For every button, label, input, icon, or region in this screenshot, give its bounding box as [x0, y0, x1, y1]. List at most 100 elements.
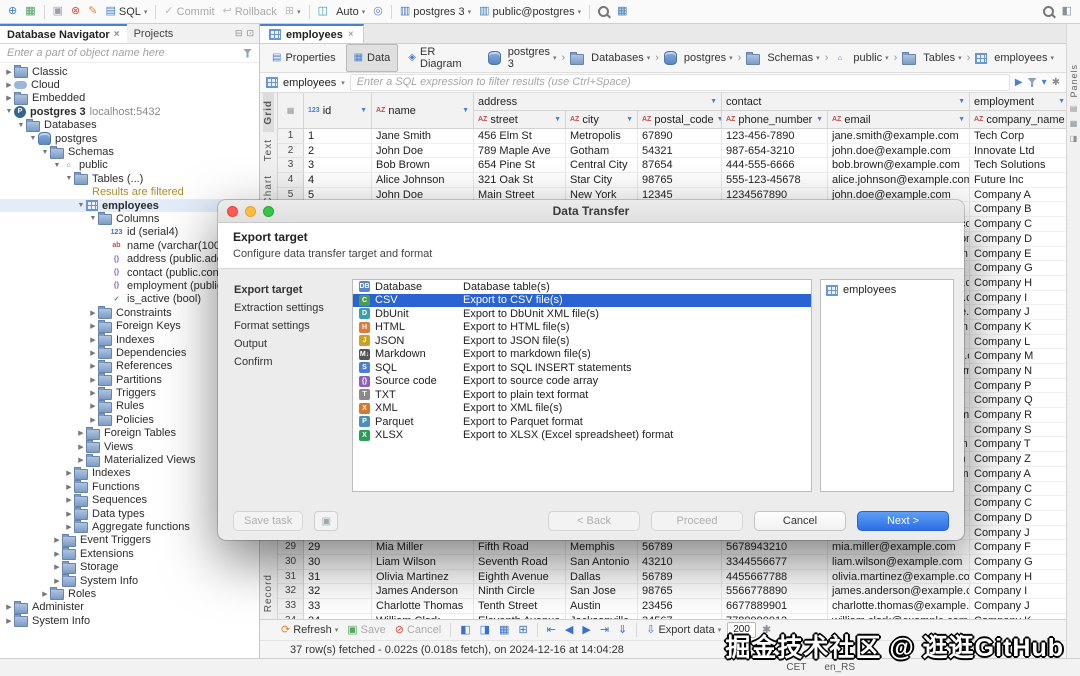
- format-markdown[interactable]: M↓MarkdownExport to markdown file(s): [353, 348, 811, 362]
- back-button[interactable]: < Back: [548, 511, 640, 531]
- filter-dropdown-icon[interactable]: ▼: [462, 107, 469, 114]
- breadcrumb-item-public[interactable]: ⌂public▾: [831, 52, 890, 64]
- rollback-button[interactable]: ↩Rollback: [220, 5, 280, 19]
- cell[interactable]: 4455667788: [722, 570, 828, 585]
- wizard-step-format-settings[interactable]: Format settings: [228, 317, 344, 335]
- export-data-button[interactable]: ⇩Export data▾: [643, 623, 724, 637]
- execute-filter-icon[interactable]: ▶: [1015, 77, 1023, 88]
- cell[interactable]: 5678943210: [722, 540, 828, 555]
- script-icon[interactable]: ✎: [85, 5, 100, 18]
- column-group-header-address[interactable]: address▼: [474, 93, 722, 111]
- format-csv[interactable]: CCSVExport to CSV file(s): [353, 294, 811, 308]
- wizard-step-export-target[interactable]: Export target: [228, 281, 344, 299]
- cell[interactable]: Company C: [970, 482, 1066, 497]
- filter-dropdown-icon[interactable]: ▼: [360, 107, 367, 114]
- cell[interactable]: John Doe: [372, 144, 474, 159]
- column-group-header-contact[interactable]: contact▼: [722, 93, 970, 111]
- cell[interactable]: Company P: [970, 379, 1066, 394]
- breadcrumb-item-postgres[interactable]: postgres▾: [662, 51, 735, 65]
- format-source-code[interactable]: {}Source codeExport to source code array: [353, 375, 811, 389]
- cell[interactable]: Company A: [970, 188, 1066, 203]
- cell[interactable]: 555-123-45678: [722, 173, 828, 188]
- row-number-cell[interactable]: 2: [278, 144, 304, 159]
- cell[interactable]: 987-654-3210: [722, 144, 828, 159]
- close-icon[interactable]: ×: [114, 29, 120, 40]
- cell[interactable]: Tenth Street: [474, 599, 566, 614]
- tab-database-navigator[interactable]: Database Navigator ×: [0, 24, 127, 43]
- cell[interactable]: Bob Brown: [372, 158, 474, 173]
- row-number-cell[interactable]: 32: [278, 584, 304, 599]
- cell[interactable]: Company I: [970, 584, 1066, 599]
- row-number-header[interactable]: ▦: [278, 93, 304, 129]
- cell[interactable]: Company J: [970, 305, 1066, 320]
- filter-dropdown-icon[interactable]: ▼: [958, 98, 965, 105]
- cell[interactable]: 56789: [638, 570, 722, 585]
- breadcrumb-item-schemas[interactable]: Schemas▾: [744, 52, 821, 65]
- panel-icon[interactable]: ▤: [1070, 104, 1078, 113]
- cell[interactable]: Jane Smith: [372, 129, 474, 144]
- tab-properties[interactable]: ▤Properties: [264, 44, 344, 72]
- cell[interactable]: 1: [304, 129, 372, 144]
- cell[interactable]: 6677889901: [722, 599, 828, 614]
- row-number-cell[interactable]: 30: [278, 555, 304, 570]
- cell[interactable]: 33: [304, 599, 372, 614]
- row-number-cell[interactable]: 4: [278, 173, 304, 188]
- cell[interactable]: 654 Pine St: [474, 158, 566, 173]
- compare-icon[interactable]: ◫: [315, 5, 331, 18]
- tab-data[interactable]: ▦Data: [346, 44, 399, 72]
- cell[interactable]: Company D: [970, 232, 1066, 247]
- transaction-mode-icon[interactable]: ⊞▾: [282, 5, 304, 18]
- sql-filter-input[interactable]: Enter a SQL expression to filter results…: [350, 74, 1010, 91]
- column-header-phone_number[interactable]: AZphone_number▼: [722, 111, 828, 129]
- wizard-step-confirm[interactable]: Confirm: [228, 353, 344, 371]
- close-icon[interactable]: ×: [348, 29, 354, 40]
- last-row-icon[interactable]: ⇥: [597, 624, 612, 637]
- result-view-tab-text[interactable]: Text: [263, 132, 274, 168]
- format-html[interactable]: HHTMLExport to HTML file(s): [353, 321, 811, 335]
- filter-history-icon[interactable]: ▾: [1042, 77, 1047, 88]
- connect-icon[interactable]: ▦: [22, 5, 38, 18]
- previous-row-icon[interactable]: ◀: [562, 624, 576, 637]
- editor-tab-employees[interactable]: employees ×: [260, 24, 364, 43]
- chevron-down-icon[interactable]: ▾: [341, 79, 345, 87]
- save-button[interactable]: ▣Save: [344, 623, 388, 637]
- row-number-cell[interactable]: 29: [278, 540, 304, 555]
- filter-funnel-icon[interactable]: [1028, 78, 1037, 87]
- column-header-street[interactable]: AZstreet▼: [474, 111, 566, 129]
- cell[interactable]: alice.johnson@example.com: [828, 173, 970, 188]
- cell[interactable]: Company I: [970, 291, 1066, 306]
- cell[interactable]: charlotte.thomas@example.com: [828, 599, 970, 614]
- filter-dropdown-icon[interactable]: ▼: [958, 116, 965, 123]
- tree-item-embedded[interactable]: ▶Embedded: [0, 92, 259, 105]
- format-json[interactable]: JJSONExport to JSON file(s): [353, 334, 811, 348]
- cell[interactable]: 2: [304, 144, 372, 159]
- cell[interactable]: john.doe@example.com: [828, 144, 970, 159]
- aggregate-panel-icon[interactable]: ▦: [496, 624, 512, 637]
- save-task-button[interactable]: Save task: [233, 511, 303, 531]
- cancel-button[interactable]: ⊘Cancel: [392, 623, 444, 637]
- cell[interactable]: Company A: [970, 467, 1066, 482]
- save-icon[interactable]: ▣: [50, 5, 66, 18]
- cell[interactable]: 30: [304, 555, 372, 570]
- cell[interactable]: Memphis: [566, 540, 638, 555]
- cell[interactable]: Company N: [970, 364, 1066, 379]
- cell[interactable]: Dallas: [566, 570, 638, 585]
- cell[interactable]: Fifth Road: [474, 540, 566, 555]
- row-number-cell[interactable]: 3: [278, 158, 304, 173]
- cell[interactable]: Company F: [970, 540, 1066, 555]
- navigate-icon[interactable]: ◎: [370, 5, 386, 18]
- breadcrumb-item-employees[interactable]: employees▾: [973, 52, 1056, 64]
- cell[interactable]: 4: [304, 173, 372, 188]
- cell[interactable]: 3: [304, 158, 372, 173]
- minimize-icon[interactable]: ⊟: [235, 28, 243, 39]
- format-txt[interactable]: TTXTExport to plain text format: [353, 388, 811, 402]
- cell[interactable]: bob.brown@example.com: [828, 158, 970, 173]
- cell[interactable]: San Antonio: [566, 555, 638, 570]
- filter-funnel-icon[interactable]: [243, 49, 252, 58]
- cell[interactable]: Star City: [566, 173, 638, 188]
- column-header-postal_code[interactable]: AZpostal_code▼: [638, 111, 722, 129]
- breadcrumb-item-tables[interactable]: Tables▾: [900, 52, 963, 65]
- format-xml[interactable]: XXMLExport to XML file(s): [353, 402, 811, 416]
- references-panel-icon[interactable]: ⊞: [515, 624, 530, 637]
- filter-dropdown-icon[interactable]: ▼: [816, 116, 823, 123]
